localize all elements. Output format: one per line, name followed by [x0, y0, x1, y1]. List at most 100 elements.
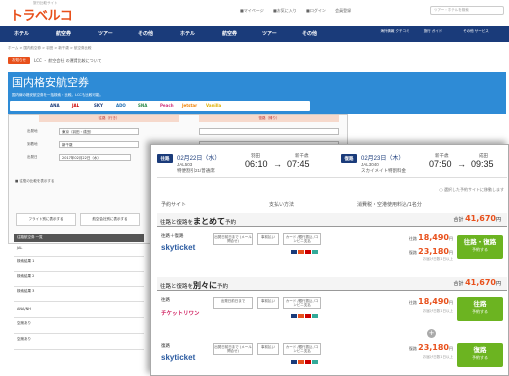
result-row[interactable]: ANA/NH [14, 306, 144, 318]
vendor-name[interactable]: skyticket [161, 353, 195, 362]
return-arrive: 09:35 [471, 159, 494, 169]
return-origin-select[interactable] [199, 128, 339, 135]
view-tabs: フライト別に表示する 航空会社別に表示する [16, 213, 140, 226]
outbound-badge: 往路 [157, 154, 173, 163]
price-label: 復路 [408, 250, 417, 255]
breadcrumb: ホーム > 国内航空券 > 羽田 > 新千歳 > 航空券比較 [8, 46, 92, 50]
tab-by-flight[interactable]: フライト別に表示する [16, 213, 76, 226]
airline-sky: SKY [94, 103, 103, 108]
results-header: 往路航空券 一覧 [14, 234, 144, 242]
site-search-input[interactable]: ツアー・ホテルを検索 [430, 6, 504, 15]
nav-hotel-2[interactable]: ホテル [180, 30, 195, 37]
payment-method-tag: カード /銀行振込 /コンビニ支払 [283, 343, 321, 355]
nav-other[interactable]: その他 [138, 30, 153, 37]
nav-reviews[interactable]: 海外情報 クチコミ [380, 29, 410, 33]
section-combined-title: 往路と復路をまとめて予約 [160, 216, 236, 227]
nav-services[interactable]: その他 サービス [456, 29, 496, 33]
nav-tour[interactable]: ツアー [98, 30, 113, 37]
nav-air-2[interactable]: 航空券 [222, 30, 237, 37]
card-brands-icon [291, 249, 321, 254]
outbound-price: 往路 18,490円 [391, 297, 453, 306]
round-trip-checkbox[interactable]: ■ 往復の比較を表示する [15, 179, 54, 184]
price-label: 往路 [408, 236, 417, 241]
section-separate-title: 往路と復路を別々に予約 [160, 280, 228, 291]
section-title-emphasis: まとめて [193, 217, 226, 226]
airline-sna: SNA [138, 103, 148, 108]
vendor-row-label: 往路＋復路 [161, 234, 184, 239]
col-header-total: 消費税・空港使用料込/1名分 [357, 202, 422, 208]
tab-by-airline[interactable]: 航空会社別に表示する [80, 213, 140, 226]
airline-logos: ANA JAL SKY ADO SNA Peach Jetstar Vanill… [10, 101, 310, 111]
airline-jetstar: Jetstar [182, 103, 198, 108]
airline-jal: JAL [72, 103, 80, 108]
return-form-header: 復路（帰り） [199, 115, 339, 122]
section-title-emphasis: 別々に [193, 281, 218, 290]
outbound-price: 往路 18,490円 [391, 233, 453, 242]
total-price: 41,670 [465, 278, 496, 287]
result-row[interactable]: 検索結果 2 [14, 273, 144, 287]
result-row[interactable]: JAL [14, 245, 144, 257]
nav-other-2[interactable]: その他 [302, 30, 317, 37]
main-nav: ホテル 航空券 ツアー その他 ホテル 航空券 ツアー その他 海外情報 クチコ… [0, 26, 509, 42]
payment-timing-tag: 事前払い [257, 233, 279, 245]
yen-unit: 円 [449, 346, 453, 351]
origin-label: 出発地 [27, 129, 38, 133]
result-row[interactable]: 空席あり [14, 336, 144, 350]
nav-guide[interactable]: 旅行 ガイド [420, 29, 446, 33]
date-input[interactable]: 2017年02月22日（水） [59, 154, 131, 161]
fare-comparison-panel: 往路 02月22日（水） JAL503 特便割引21/普通席 羽田 新千歳 06… [150, 144, 509, 376]
mypage-link[interactable]: ■マイページ [240, 8, 264, 13]
vendor-name[interactable]: skyticket [161, 243, 195, 252]
price-value: 18,490 [418, 233, 449, 242]
return-depart: 07:50 [429, 159, 452, 169]
favorites-link[interactable]: ■お気に入り [273, 8, 297, 13]
delivery-note: お届け日数1日以上 [422, 309, 453, 313]
outbound-form-header: 往路（行き） [39, 115, 179, 122]
section-title-pre: 往路と復路を [160, 220, 194, 226]
outbound-fare-type: 特便割引21/普通席 [177, 168, 215, 173]
col-header-site: 予約サイト [161, 202, 187, 208]
book-round-trip-button[interactable]: 往路・復路 予約する [457, 235, 503, 259]
vendor-name[interactable]: チケットリワン [161, 309, 200, 317]
result-row[interactable]: 検索結果 1 [14, 258, 144, 272]
price-value: 23,180 [418, 247, 449, 256]
login-link[interactable]: ■ログイン [306, 8, 326, 13]
button-sublabel: 予約する [472, 355, 488, 360]
return-flight-no: JAL3040 [361, 162, 379, 167]
nav-hotel[interactable]: ホテル [14, 30, 29, 37]
register-link[interactable]: 会員登録 [335, 8, 351, 13]
vendor-row-label: 復路 [161, 344, 170, 349]
section-title-post: 予約 [217, 284, 229, 290]
hero-subtitle: 国内線の格安航空券を一括検索・比較。LCCも比較可能。 [12, 93, 103, 97]
book-outbound-button[interactable]: 往路 予約する [457, 297, 503, 321]
total-price: 41,670 [465, 214, 496, 223]
nav-air[interactable]: 航空券 [56, 30, 71, 37]
airline-ana: ANA [50, 103, 60, 108]
origin-select[interactable]: 東京（羽田・成田） [59, 128, 139, 135]
page-title: 国内格安航空券 [12, 76, 89, 89]
site-logo[interactable]: トラベルコ [10, 5, 73, 24]
cancel-policy-tag: 出発日前日まで (メール問合せ) [213, 343, 253, 355]
yen-unit: 円 [449, 236, 453, 241]
cancel-policy-tag: 出発日前日まで (メール問合せ) [213, 233, 253, 245]
delivery-note: お届け日数1日以上 [422, 257, 453, 261]
section-combined-total: 合計 41,670円 [454, 214, 502, 223]
vendor-row-label: 往路 [161, 298, 170, 303]
return-arrow: → [457, 159, 466, 169]
destination-select[interactable]: 新千歳 [59, 141, 139, 148]
payment-timing-tag: 事前払い [257, 297, 279, 309]
payment-method-tag: カード /銀行振込 /コンビニ支払 [283, 297, 321, 309]
notice-link[interactable]: LCC ・ 航空会社 の運賃比較について [34, 58, 102, 64]
return-price: 復路 23,180円 [391, 343, 453, 352]
return-price: 復路 23,180円 [391, 247, 453, 256]
outbound-flight-summary: 往路 02月22日（水） JAL503 特便割引21/普通席 羽田 新千歳 06… [157, 145, 325, 175]
header-links: ■マイページ ■お気に入り ■ログイン 会員登録 [240, 8, 359, 14]
result-row[interactable]: 検索結果 3 [14, 288, 144, 302]
nav-tour-2[interactable]: ツアー [262, 30, 277, 37]
price-label: 復路 [408, 346, 417, 351]
result-row[interactable]: 空席あり [14, 320, 144, 334]
section-separate: 往路と復路を別々に予約 合計 41,670円 [157, 277, 507, 291]
price-label: 往路 [408, 300, 417, 305]
button-label: 往路 [473, 300, 487, 308]
book-return-button[interactable]: 復路 予約する [457, 343, 503, 367]
